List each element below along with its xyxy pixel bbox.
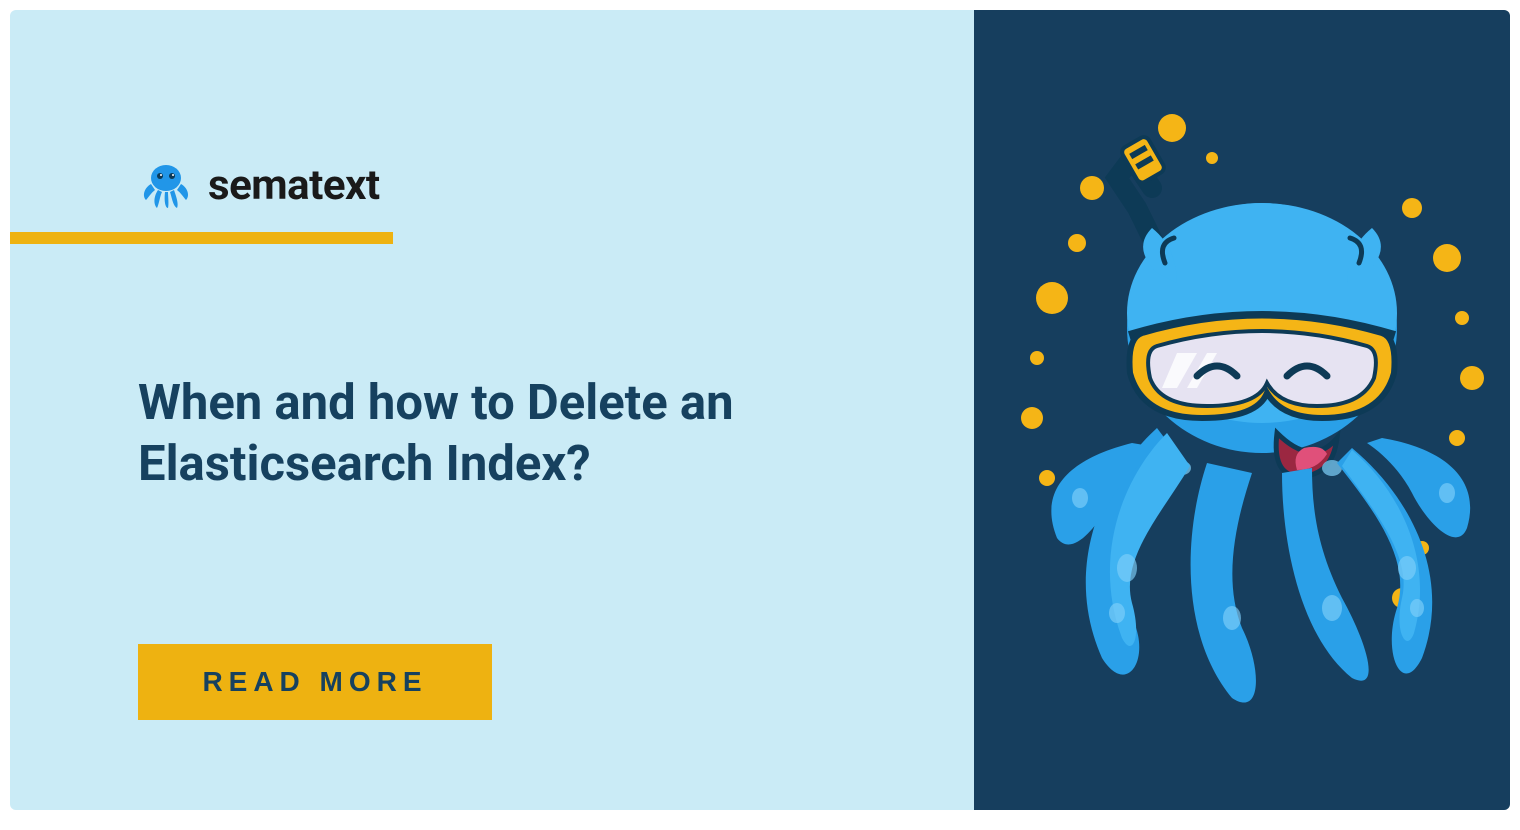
read-more-button[interactable]: READ MORE [138, 644, 492, 720]
page-title: When and how to Delete an Elasticsearch … [138, 372, 908, 495]
promo-card: sematext When and how to Delete an Elast… [10, 10, 1510, 810]
illustration-pane [974, 10, 1510, 810]
brand-logo: sematext [138, 160, 380, 210]
accent-underline [10, 232, 393, 244]
content-pane: sematext When and how to Delete an Elast… [10, 10, 974, 810]
brand-name: sematext [208, 161, 380, 210]
octopus-mascot-illustration [982, 98, 1502, 722]
octopus-icon [138, 160, 194, 210]
